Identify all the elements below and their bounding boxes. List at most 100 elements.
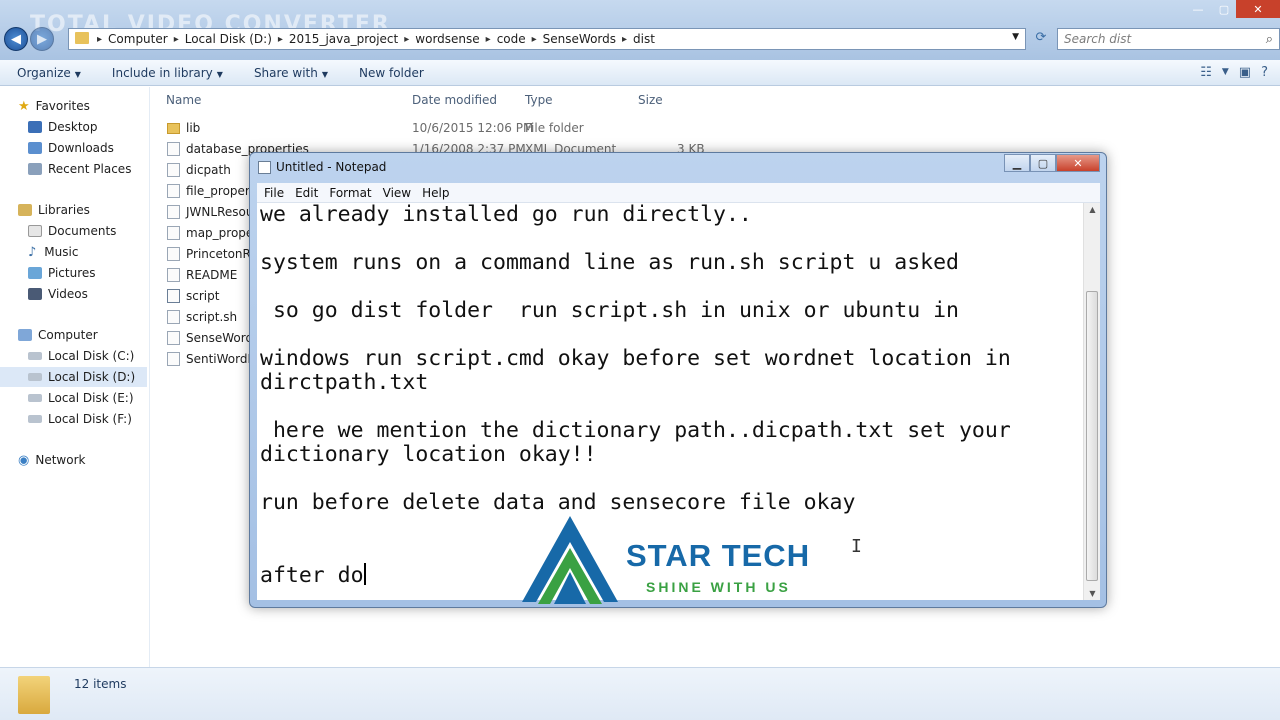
sidebar-label: Music [44,245,79,259]
maximize-button[interactable]: ▢ [1212,0,1236,18]
column-header-type[interactable]: Type [525,93,553,107]
breadcrumb-code[interactable]: code [497,32,526,46]
column-header-name[interactable]: Name [166,93,201,107]
folder-icon [75,32,89,44]
sidebar-label: Documents [48,224,117,238]
downloads-icon [28,142,42,154]
sidebar-label: Downloads [48,141,114,155]
sidebar-item-videos[interactable]: Videos [28,284,88,304]
notepad-title: Untitled - Notepad [276,160,387,174]
libraries-icon [18,204,32,216]
search-placeholder: Search dist [1064,32,1132,46]
address-bar[interactable]: ▸ Computer ▸ Local Disk (D:) ▸ 2015_java… [68,28,1026,50]
breadcrumb-sensewords[interactable]: SenseWords [543,32,616,46]
desktop-icon [28,121,42,133]
scroll-down-icon[interactable]: ▼ [1084,589,1100,598]
breadcrumb-dist[interactable]: dist [633,32,655,46]
help-icon[interactable]: ? [1261,65,1268,80]
chevron-down-icon[interactable]: ▼ [1222,67,1229,80]
sidebar-item-libraries[interactable]: Libraries [18,200,90,220]
logo-title: STAR TECH [626,538,811,573]
close-button[interactable]: ✕ [1236,0,1280,18]
sidebar-label: Local Disk (F:) [48,412,132,426]
star-tech-logo: STAR TECH SHINE WITH US [520,512,850,608]
chevron-down-icon: ▼ [321,69,328,79]
menu-edit[interactable]: Edit [295,186,318,200]
sidebar-item-recent-places[interactable]: Recent Places [28,159,131,179]
drive-icon [28,394,42,402]
sidebar-item-local-disk-e[interactable]: Local Disk (E:) [28,388,134,408]
preview-pane-icon[interactable]: ▣ [1239,65,1251,80]
maximize-icon: ▢ [1037,156,1049,170]
scrollbar-thumb[interactable] [1086,291,1098,581]
drive-icon [28,373,42,381]
menu-help[interactable]: Help [422,186,449,200]
include-in-library-button[interactable]: Include in library ▼ [112,66,223,80]
sidebar-item-desktop[interactable]: Desktop [28,117,98,137]
menu-format[interactable]: Format [329,186,371,200]
share-with-label: Share with [253,65,318,80]
notepad-icon [258,161,271,174]
close-icon: ✕ [1073,156,1083,170]
file-row[interactable]: lib 10/6/2015 12:06 PM File folder [167,118,767,138]
breadcrumb-2015-java-project[interactable]: 2015_java_project [289,32,398,46]
menu-view[interactable]: View [383,186,411,200]
search-input[interactable]: Search dist ⌕ [1057,28,1280,50]
folder-icon [167,122,180,134]
minimize-button[interactable]: — [1184,0,1212,18]
sidebar-label: Local Disk (E:) [48,391,134,405]
minimize-icon: ▁ [1012,156,1022,170]
command-toolbar: Organize ▼ Include in library ▼ Share with… [0,60,1280,86]
menu-file[interactable]: File [264,186,284,200]
sidebar-item-local-disk-d[interactable]: Local Disk (D:) [0,367,147,387]
back-button[interactable]: ◀ [4,27,28,51]
chevron-right-icon: ▸ [277,33,283,45]
xml-file-icon [167,142,180,156]
sidebar-item-music[interactable]: ♪ Music [28,242,78,262]
folder-icon [18,676,50,714]
text-caret [363,563,366,585]
breadcrumb-local-disk-d[interactable]: Local Disk (D:) [185,32,272,46]
xml-file-icon [167,184,180,198]
search-icon[interactable]: ⌕ [1266,32,1273,47]
sidebar-item-local-disk-f[interactable]: Local Disk (F:) [28,409,132,429]
vertical-scrollbar[interactable]: ▲ ▼ [1083,203,1100,600]
sidebar-item-computer[interactable]: Computer [18,325,98,345]
share-with-button[interactable]: Share with ▼ [254,66,328,80]
organize-label: Organize [17,65,71,80]
sidebar-item-local-disk-c[interactable]: Local Disk (C:) [28,346,134,366]
chevron-right-icon: ▸ [173,33,179,45]
sidebar-item-network[interactable]: ◉ Network [18,450,85,470]
breadcrumb-wordsense[interactable]: wordsense [415,32,479,46]
sidebar-item-downloads[interactable]: Downloads [28,138,114,158]
forward-button[interactable]: ▶ [30,27,54,51]
sidebar-item-pictures[interactable]: Pictures [28,263,96,283]
notepad-maximize-button[interactable]: ▢ [1030,154,1056,172]
sidebar-item-documents[interactable]: Documents [28,221,116,241]
column-header-date[interactable]: Date modified [412,93,497,107]
breadcrumb-computer[interactable]: Computer [108,32,168,46]
sidebar-label: Pictures [48,266,96,280]
music-icon: ♪ [28,244,37,260]
text-file-icon [167,163,180,177]
refresh-icon[interactable]: ⟳ [1031,30,1051,48]
sidebar-label: Libraries [38,203,90,217]
sidebar-label: Local Disk (D:) [48,370,136,384]
column-header-size[interactable]: Size [638,93,663,107]
chevron-down-icon[interactable]: ▼ [1012,32,1019,42]
view-options-icon[interactable]: ☷ [1200,65,1212,80]
chevron-right-icon: ▸ [97,33,103,45]
organize-button[interactable]: Organize ▼ [17,66,81,80]
notepad-minimize-button[interactable]: ▁ [1004,154,1030,172]
sidebar-item-favorites[interactable]: ★ Favorites [18,96,90,116]
file-name: lib [186,121,201,135]
new-folder-button[interactable]: New folder [359,66,424,80]
chevron-right-icon: ▸ [485,33,491,45]
notepad-close-button[interactable]: ✕ [1056,154,1100,172]
sidebar-label: Videos [48,287,88,301]
sidebar-label: Local Disk (C:) [48,349,135,363]
network-icon: ◉ [18,452,30,468]
file-icon [167,352,180,366]
chevron-right-icon: ▸ [622,33,628,45]
scroll-up-icon[interactable]: ▲ [1084,205,1100,214]
